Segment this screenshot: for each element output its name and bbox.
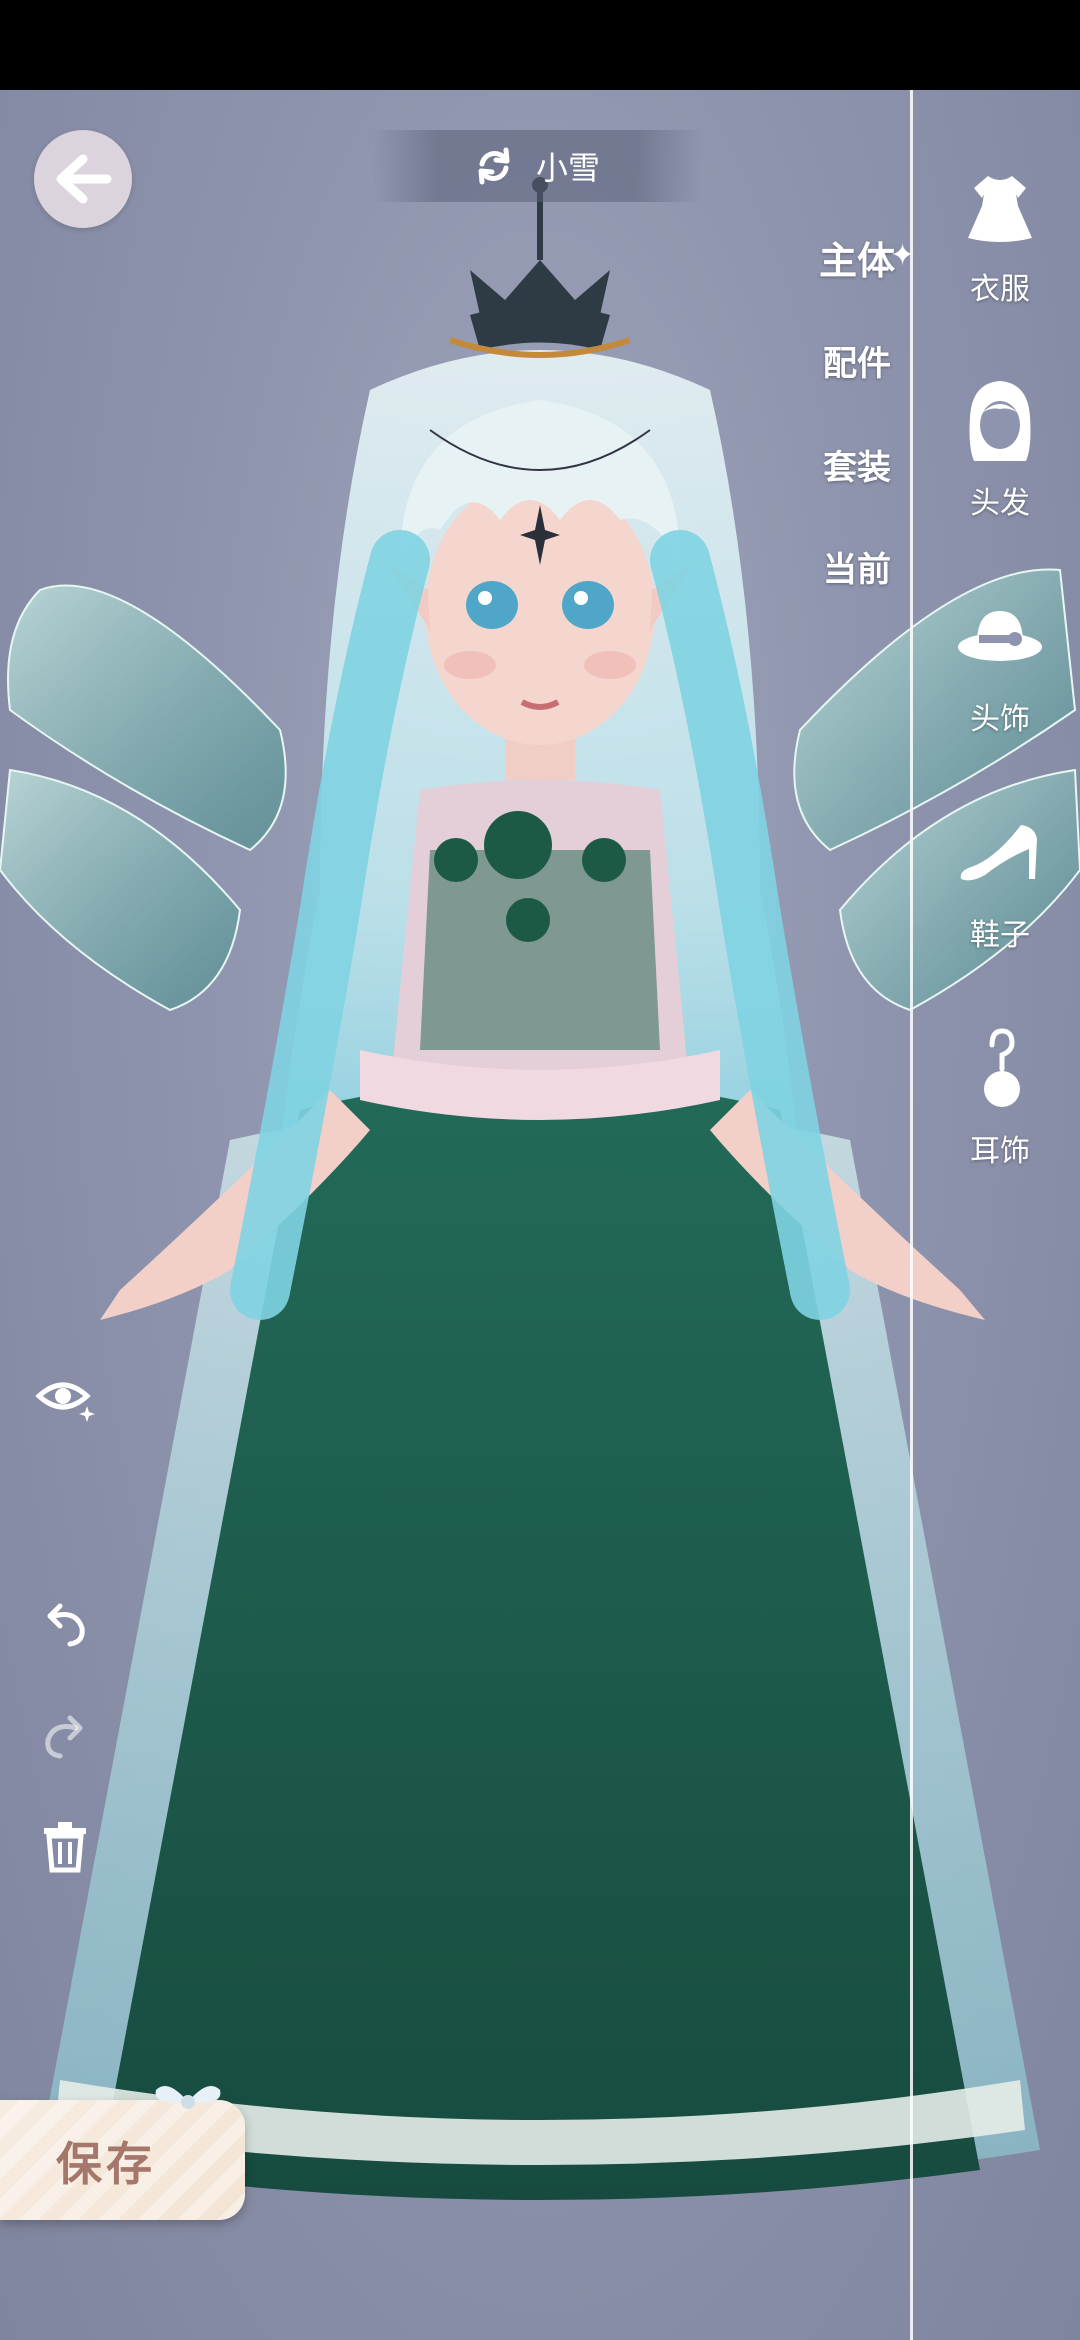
eye-sparkle-icon: [35, 1382, 95, 1422]
dressup-scene: 小雪 主体 ✦ 配件 套装 当前 衣服 头发 头饰 鞋子 耳饰 保存: [0, 90, 1080, 2340]
earring-icon: [940, 1020, 1060, 1120]
tab-outfit-sets[interactable]: 套装: [808, 440, 906, 489]
high-heel-icon: [940, 804, 1060, 904]
dress-icon: [940, 158, 1060, 258]
redo-button[interactable]: [30, 1702, 100, 1772]
undo-icon: [47, 1603, 85, 1647]
sparkle-icon: ✦: [890, 238, 916, 273]
redo-icon: [45, 1715, 83, 1759]
category-hair[interactable]: 头发: [940, 372, 1060, 522]
hat-icon: [940, 588, 1060, 688]
character-name: 小雪: [535, 149, 600, 187]
save-button[interactable]: 保存: [0, 2086, 245, 2220]
status-bar: [0, 0, 1080, 90]
category-clothes[interactable]: 衣服: [940, 158, 1060, 308]
delete-button[interactable]: [30, 1812, 100, 1882]
category-headwear[interactable]: 头饰: [940, 588, 1060, 738]
undo-button[interactable]: [30, 1590, 100, 1660]
panel-divider: [910, 90, 913, 2340]
toggle-visibility-button[interactable]: [30, 1362, 100, 1432]
character-model[interactable]: [0, 90, 1080, 2340]
switch-character-icon[interactable]: [474, 146, 514, 186]
tab-accessories[interactable]: 配件: [808, 336, 906, 385]
character-name-bar[interactable]: 小雪: [372, 130, 702, 202]
category-shoes[interactable]: 鞋子: [940, 804, 1060, 954]
tab-current[interactable]: 当前: [808, 542, 906, 591]
arrow-left-icon: [56, 154, 112, 204]
hair-icon: [940, 372, 1060, 472]
save-label: 保存: [56, 2137, 156, 2191]
trash-icon: [44, 1822, 86, 1873]
ribbon-bow-icon: [155, 2086, 221, 2109]
category-earrings[interactable]: 耳饰: [940, 1020, 1060, 1170]
back-button[interactable]: [34, 130, 132, 228]
